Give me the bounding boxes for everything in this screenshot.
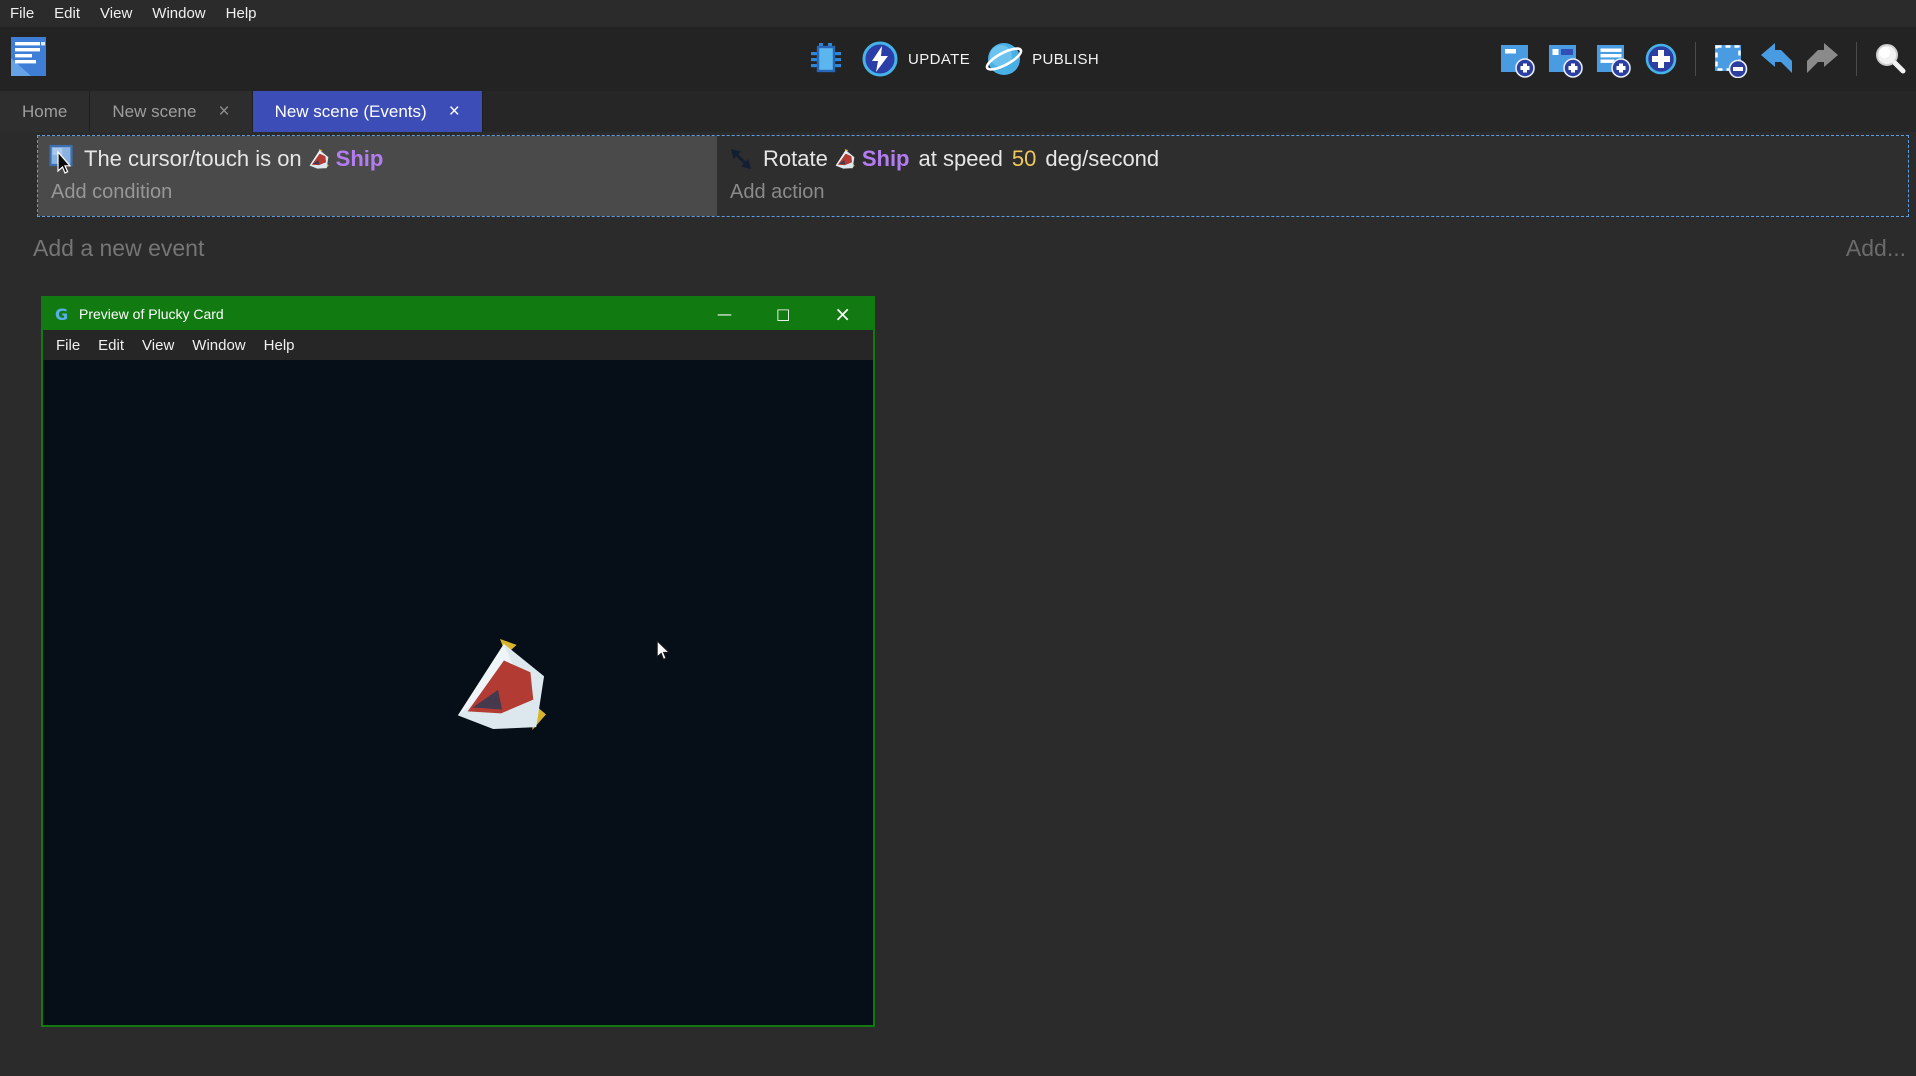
menu-window[interactable]: Window — [142, 5, 215, 22]
rotate-icon — [728, 146, 754, 172]
tab-label: Home — [22, 102, 67, 122]
close-icon[interactable]: × — [449, 102, 460, 121]
preview-menu-file[interactable]: File — [47, 337, 89, 354]
preview-menu-help[interactable]: Help — [255, 337, 304, 354]
toolbar: UPDATE PUBLISH — [0, 27, 1916, 91]
preview-menu-window[interactable]: Window — [183, 337, 254, 354]
ship-sprite — [455, 638, 547, 732]
add-scene-icon[interactable] — [1498, 40, 1536, 78]
tab-bar: Home New scene × New scene (Events) × — [0, 91, 1916, 132]
action-entry[interactable]: Rotate Ship at speed 50 deg/second — [717, 136, 1908, 181]
update-button[interactable]: UPDATE — [860, 39, 970, 79]
update-label: UPDATE — [908, 51, 970, 68]
ship-object-icon — [835, 149, 855, 169]
window-controls: — □ × — [717, 304, 873, 324]
conditions-column[interactable]: The cursor/touch is on Ship Add conditio… — [38, 136, 717, 216]
action-text: Rotate — [763, 146, 828, 172]
tab-label: New scene (Events) — [275, 102, 427, 122]
tab-home[interactable]: Home — [0, 91, 90, 132]
menu-help[interactable]: Help — [216, 5, 267, 22]
add-action-button[interactable]: Add action — [717, 181, 1908, 216]
close-icon[interactable]: × — [834, 304, 851, 324]
update-icon — [860, 39, 900, 79]
preview-menu-view[interactable]: View — [133, 337, 183, 354]
mouse-cursor-icon — [656, 640, 671, 662]
action-object-name: Ship — [862, 146, 910, 172]
gdevelop-icon: G — [55, 305, 79, 324]
menu-edit[interactable]: Edit — [44, 5, 90, 22]
gdevelop-app: File Edit View Window Help — [0, 0, 1916, 262]
condition-object-name: Ship — [336, 146, 384, 172]
add-new-event-button[interactable]: Add a new event — [33, 235, 204, 262]
debug-icon[interactable] — [806, 39, 846, 79]
condition-text: The cursor/touch is on — [84, 146, 302, 172]
menu-bar: File Edit View Window Help — [0, 0, 1916, 27]
events-sheet: The cursor/touch is on Ship Add conditio… — [0, 132, 1916, 262]
actions-column[interactable]: Rotate Ship at speed 50 deg/second Add a… — [717, 136, 1908, 216]
edit-selection-icon[interactable] — [1711, 40, 1749, 78]
cursor-on-object-icon — [49, 144, 75, 174]
toolbar-right-group — [1498, 27, 1908, 91]
redo-icon[interactable] — [1805, 41, 1841, 77]
search-icon[interactable] — [1872, 41, 1908, 77]
event-row[interactable]: The cursor/touch is on Ship Add conditio… — [37, 135, 1909, 217]
action-value: 50 — [1012, 146, 1036, 172]
publish-icon — [984, 39, 1024, 79]
condition-entry[interactable]: The cursor/touch is on Ship — [38, 136, 717, 181]
close-icon[interactable]: × — [218, 102, 229, 121]
minimize-icon[interactable]: — — [717, 307, 732, 322]
add-button[interactable]: Add... — [1846, 235, 1906, 262]
add-external-layout-icon[interactable] — [1594, 40, 1632, 78]
action-text: deg/second — [1045, 146, 1159, 172]
ship-object-icon — [309, 149, 329, 169]
preview-window-title: Preview of Plucky Card — [79, 306, 224, 322]
undo-icon[interactable] — [1759, 41, 1795, 77]
publish-label: PUBLISH — [1032, 51, 1099, 68]
add-new-icon[interactable] — [1642, 40, 1680, 78]
toolbar-separator — [1856, 42, 1857, 76]
preview-menu-bar: File Edit View Window Help — [43, 330, 873, 360]
add-condition-button[interactable]: Add condition — [38, 181, 717, 216]
publish-button[interactable]: PUBLISH — [984, 39, 1099, 79]
maximize-icon[interactable]: □ — [776, 307, 790, 322]
add-event-row: Add a new event Add... — [0, 217, 1916, 262]
toolbar-center-group: UPDATE PUBLISH — [806, 27, 1099, 91]
toolbar-separator — [1695, 42, 1696, 76]
project-manager-icon[interactable] — [8, 33, 50, 79]
preview-menu-edit[interactable]: Edit — [89, 337, 133, 354]
tab-label: New scene — [112, 102, 196, 122]
preview-window: G Preview of Plucky Card — □ × File Edit… — [41, 296, 875, 1027]
add-external-events-icon[interactable] — [1546, 40, 1584, 78]
tab-new-scene-events[interactable]: New scene (Events) × — [253, 91, 483, 132]
game-viewport[interactable] — [43, 360, 873, 1025]
menu-file[interactable]: File — [0, 5, 44, 22]
action-text: at speed — [919, 146, 1003, 172]
menu-view[interactable]: View — [90, 5, 142, 22]
tab-new-scene[interactable]: New scene × — [90, 91, 252, 132]
preview-titlebar[interactable]: G Preview of Plucky Card — □ × — [43, 298, 873, 330]
